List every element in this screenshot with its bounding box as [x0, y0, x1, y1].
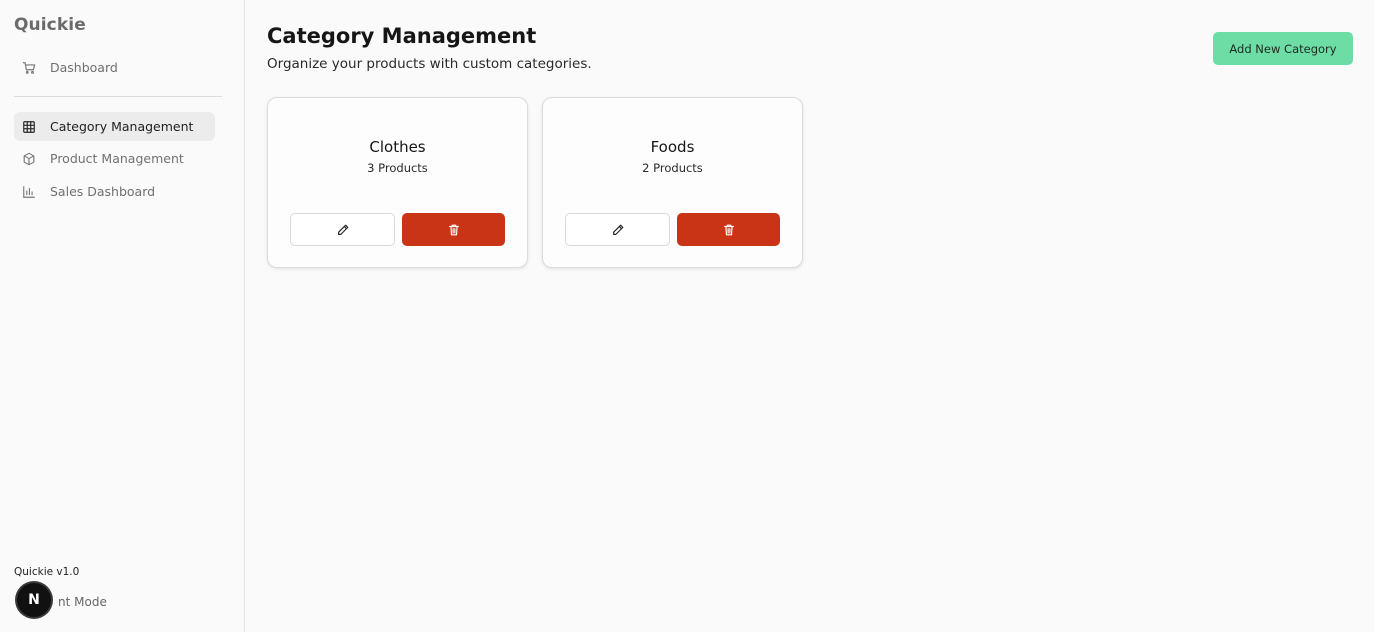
app-version: Quickie v1.0: [14, 566, 80, 578]
delete-category-button[interactable]: [402, 213, 505, 246]
delete-category-button[interactable]: [677, 213, 780, 246]
sidebar-item-label: Product Management: [50, 151, 184, 166]
grid-icon: [23, 120, 35, 133]
box-icon: [23, 152, 35, 165]
sidebar-item-dashboard[interactable]: Dashboard: [14, 53, 215, 82]
category-card-clothes: Clothes 3 Products: [267, 97, 528, 268]
category-name: Clothes: [369, 138, 426, 156]
dev-tools-badge[interactable]: N: [17, 583, 51, 617]
sidebar-item-category-management[interactable]: Category Management: [14, 112, 215, 141]
edit-category-button[interactable]: [290, 213, 395, 246]
sidebar-item-label: Category Management: [50, 119, 194, 134]
category-product-count: 2 Products: [642, 161, 703, 175]
page-subtitle: Organize your products with custom categ…: [267, 56, 592, 72]
pencil-icon: [337, 224, 348, 235]
main-content: Category Management Organize your produc…: [245, 0, 1374, 632]
category-name: Foods: [650, 138, 695, 156]
category-card-foods: Foods 2 Products: [542, 97, 803, 268]
cart-icon: [22, 61, 36, 74]
app: Quickie Dashboard Category Management Pr…: [0, 0, 1374, 632]
bar-chart-icon: [23, 185, 35, 198]
sidebar-item-label: Dashboard: [50, 60, 118, 75]
sidebar-item-label: Sales Dashboard: [50, 184, 156, 199]
pencil-icon: [612, 224, 623, 235]
sidebar-divider: [14, 96, 222, 97]
sidebar: Quickie Dashboard Category Management Pr…: [0, 0, 245, 632]
page-title: Category Management: [267, 24, 537, 48]
brand-logo[interactable]: Quickie: [14, 15, 86, 35]
trash-icon: [448, 224, 459, 235]
trash-icon: [723, 224, 734, 235]
edit-category-button[interactable]: [565, 213, 670, 246]
add-new-category-button[interactable]: Add New Category: [1213, 32, 1353, 65]
category-product-count: 3 Products: [367, 161, 428, 175]
sidebar-item-sales-dashboard[interactable]: Sales Dashboard: [14, 177, 215, 206]
sidebar-item-product-management[interactable]: Product Management: [14, 144, 215, 173]
